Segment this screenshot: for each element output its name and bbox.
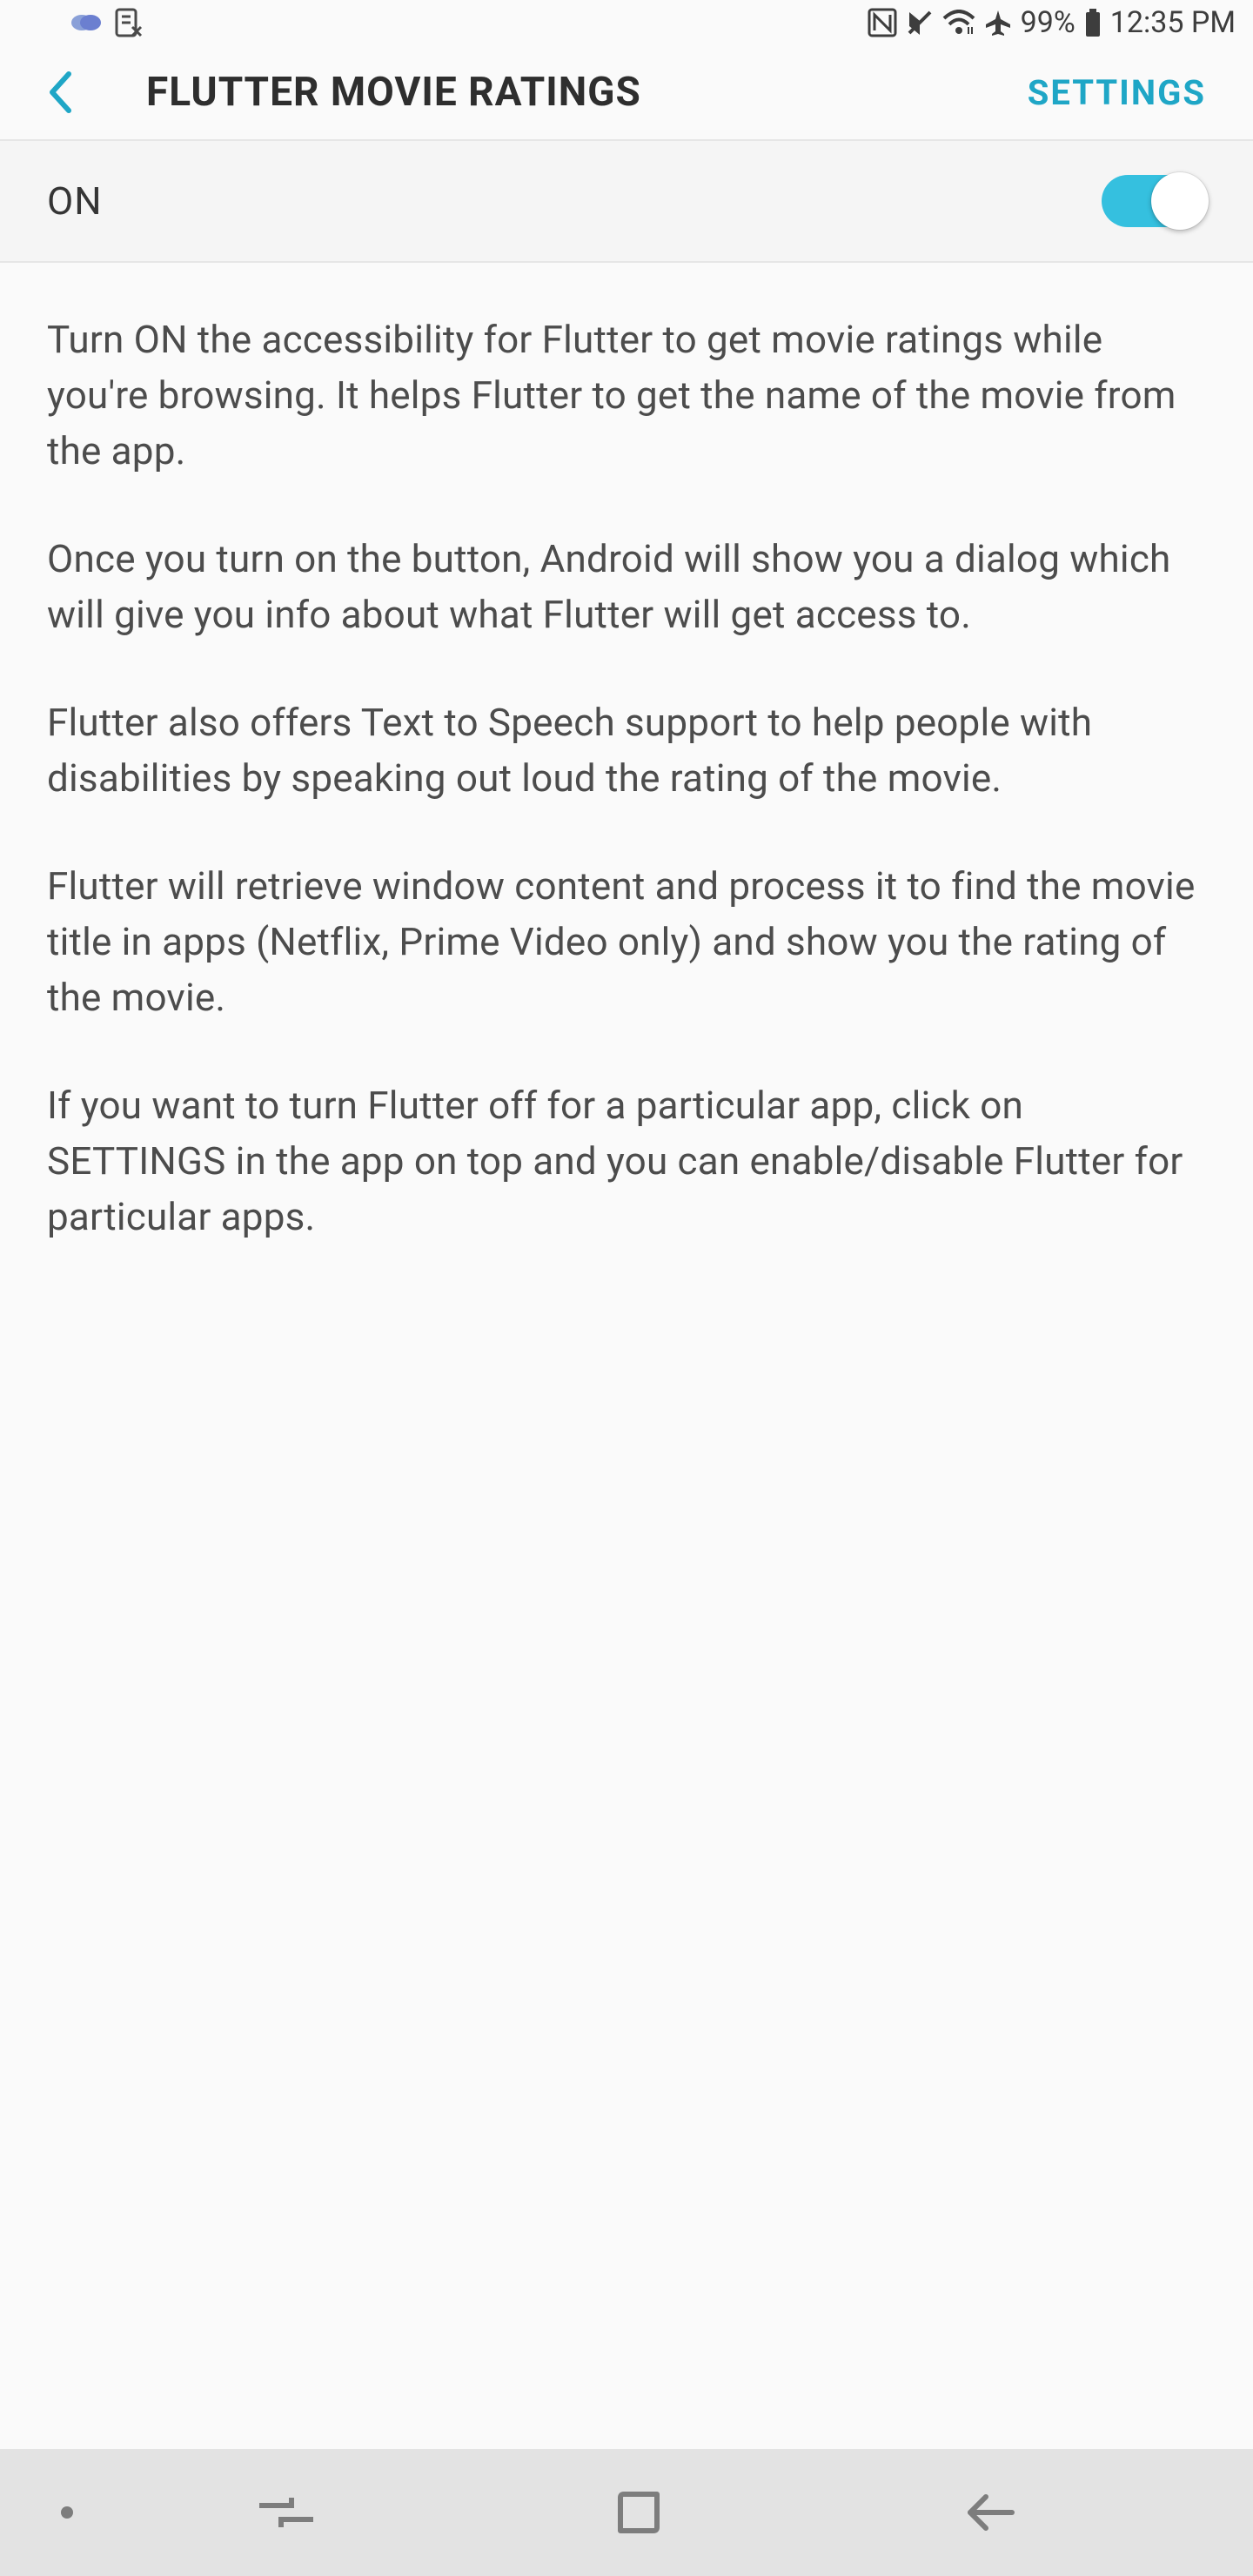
description-paragraph: Flutter will retrieve window content and… (47, 858, 1206, 1025)
description-paragraph: If you want to turn Flutter off for a pa… (47, 1077, 1206, 1244)
recents-button[interactable] (258, 2493, 314, 2532)
chevron-left-icon (47, 70, 73, 114)
app-notification-icon (70, 11, 103, 34)
description-paragraph: Flutter also offers Text to Speech suppo… (47, 694, 1206, 806)
home-button[interactable] (615, 2489, 662, 2536)
wifi-icon (942, 10, 975, 36)
description-content: Turn ON the accessibility for Flutter to… (0, 263, 1253, 1332)
page-title: FLUTTER MOVIE RATINGS (108, 69, 1028, 116)
status-bar-right: 99% 12:35 PM (868, 5, 1236, 40)
system-navigation-bar (0, 2449, 1253, 2576)
switch-thumb (1151, 172, 1209, 230)
back-button[interactable] (47, 70, 108, 114)
accessibility-toggle[interactable] (1102, 175, 1206, 227)
airplane-mode-icon (984, 9, 1012, 37)
nfc-icon (868, 8, 897, 37)
app-bar: FLUTTER MOVIE RATINGS SETTINGS (0, 45, 1253, 141)
description-paragraph: Once you turn on the button, Android wil… (47, 531, 1206, 642)
nav-hide-button[interactable] (61, 2506, 73, 2519)
back-nav-button[interactable] (963, 2491, 1015, 2534)
settings-button[interactable]: SETTINGS (1028, 72, 1206, 113)
clock-time: 12:35 PM (1110, 5, 1236, 40)
home-icon (615, 2489, 662, 2536)
description-paragraph: Turn ON the accessibility for Flutter to… (47, 312, 1206, 479)
back-arrow-icon (963, 2491, 1015, 2534)
sim-alert-icon (115, 8, 143, 37)
toggle-state-label: ON (47, 178, 103, 224)
status-bar: 99% 12:35 PM (0, 0, 1253, 45)
battery-percent: 99% (1021, 5, 1075, 40)
accessibility-toggle-row: ON (0, 141, 1253, 263)
recents-icon (258, 2493, 314, 2532)
battery-icon (1084, 9, 1102, 37)
status-bar-left (70, 8, 143, 37)
mute-icon (906, 9, 934, 37)
